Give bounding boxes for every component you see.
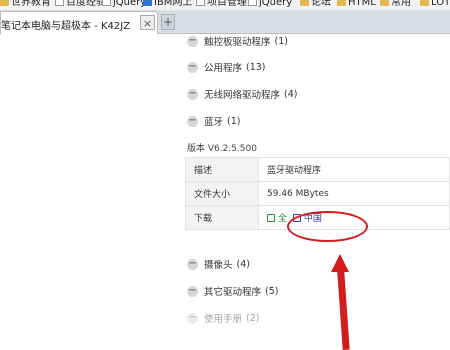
bookmark-item[interactable]: jQuery	[102, 0, 146, 9]
collapse-icon[interactable]: −	[187, 35, 198, 47]
tab-strip: 笔记本电脑与超极本 - K42JZ × +	[0, 10, 450, 34]
new-tab-button[interactable]: +	[161, 14, 175, 30]
details-key: 下载	[185, 205, 259, 230]
table-row: 描述 蓝牙驱动程序	[185, 157, 450, 182]
category-row[interactable]: − 公用程序 (13)	[187, 60, 266, 74]
bookmark-item[interactable]: 论坛	[300, 0, 331, 9]
tab-title: 笔记本电脑与超极本 - K42JZ	[1, 21, 131, 32]
bookmark-item[interactable]: 常用	[380, 0, 411, 9]
category-row[interactable]: − 蓝牙 (1)	[187, 114, 240, 128]
folder-icon	[0, 0, 9, 6]
collapse-icon[interactable]: −	[187, 115, 198, 127]
expand-icon[interactable]: −	[187, 258, 198, 270]
bookmark-item[interactable]: IBM网上	[143, 0, 192, 9]
save-icon	[267, 214, 275, 222]
folder-icon	[337, 0, 346, 6]
download-global-link[interactable]: 全	[267, 214, 287, 224]
details-key: 文件大小	[185, 181, 259, 206]
driver-version: 版本 V6.2.5.500	[187, 144, 257, 154]
details-value: 蓝牙驱动程序	[258, 157, 450, 182]
category-row[interactable]: − 触控板驱动程序 (1)	[187, 34, 288, 48]
expand-icon[interactable]: −	[187, 312, 198, 324]
collapse-icon[interactable]: −	[187, 61, 198, 73]
page-icon	[102, 0, 111, 6]
driver-list: − 触控板驱动程序 (1) − 公用程序 (13) − 无线网络驱动程序 (4) − 蓝牙 (1…	[0, 35, 450, 350]
folder-icon	[420, 0, 429, 6]
folder-icon	[380, 0, 389, 6]
bookmark-item[interactable]: LOT	[420, 0, 450, 9]
bookmarks-bar: 世界教育 百度经验 jQuery IBM网上 项目管理 jQuery 论坛 HT…	[0, 0, 450, 10]
browser-tab[interactable]: 笔记本电脑与超极本 - K42JZ ×	[0, 11, 158, 34]
category-row[interactable]: − 使用手册 (2)	[187, 311, 259, 325]
highlight-ellipse	[287, 211, 368, 242]
details-key: 描述	[185, 157, 259, 182]
close-icon[interactable]: ×	[140, 15, 155, 30]
folder-icon	[300, 0, 309, 6]
category-row[interactable]: − 无线网络驱动程序 (4)	[187, 87, 297, 101]
blue-icon	[143, 0, 152, 6]
page-icon	[196, 0, 205, 6]
bookmark-item[interactable]: jQuery	[248, 0, 292, 9]
bookmark-item[interactable]: 百度经验	[55, 0, 106, 9]
table-row: 文件大小 59.46 MBytes	[185, 181, 450, 206]
collapse-icon[interactable]: −	[187, 88, 198, 100]
expand-icon[interactable]: −	[187, 285, 198, 297]
bookmark-item[interactable]: HTML	[337, 0, 376, 9]
bookmark-item[interactable]: 项目管理	[196, 0, 247, 9]
category-row[interactable]: − 摄像头 (4)	[187, 257, 250, 271]
page-icon	[55, 0, 64, 6]
page-icon	[248, 0, 257, 6]
bookmark-item[interactable]: 世界教育	[0, 0, 51, 9]
details-value: 59.46 MBytes	[258, 181, 450, 206]
category-row[interactable]: − 其它驱动程序 (5)	[187, 284, 278, 298]
